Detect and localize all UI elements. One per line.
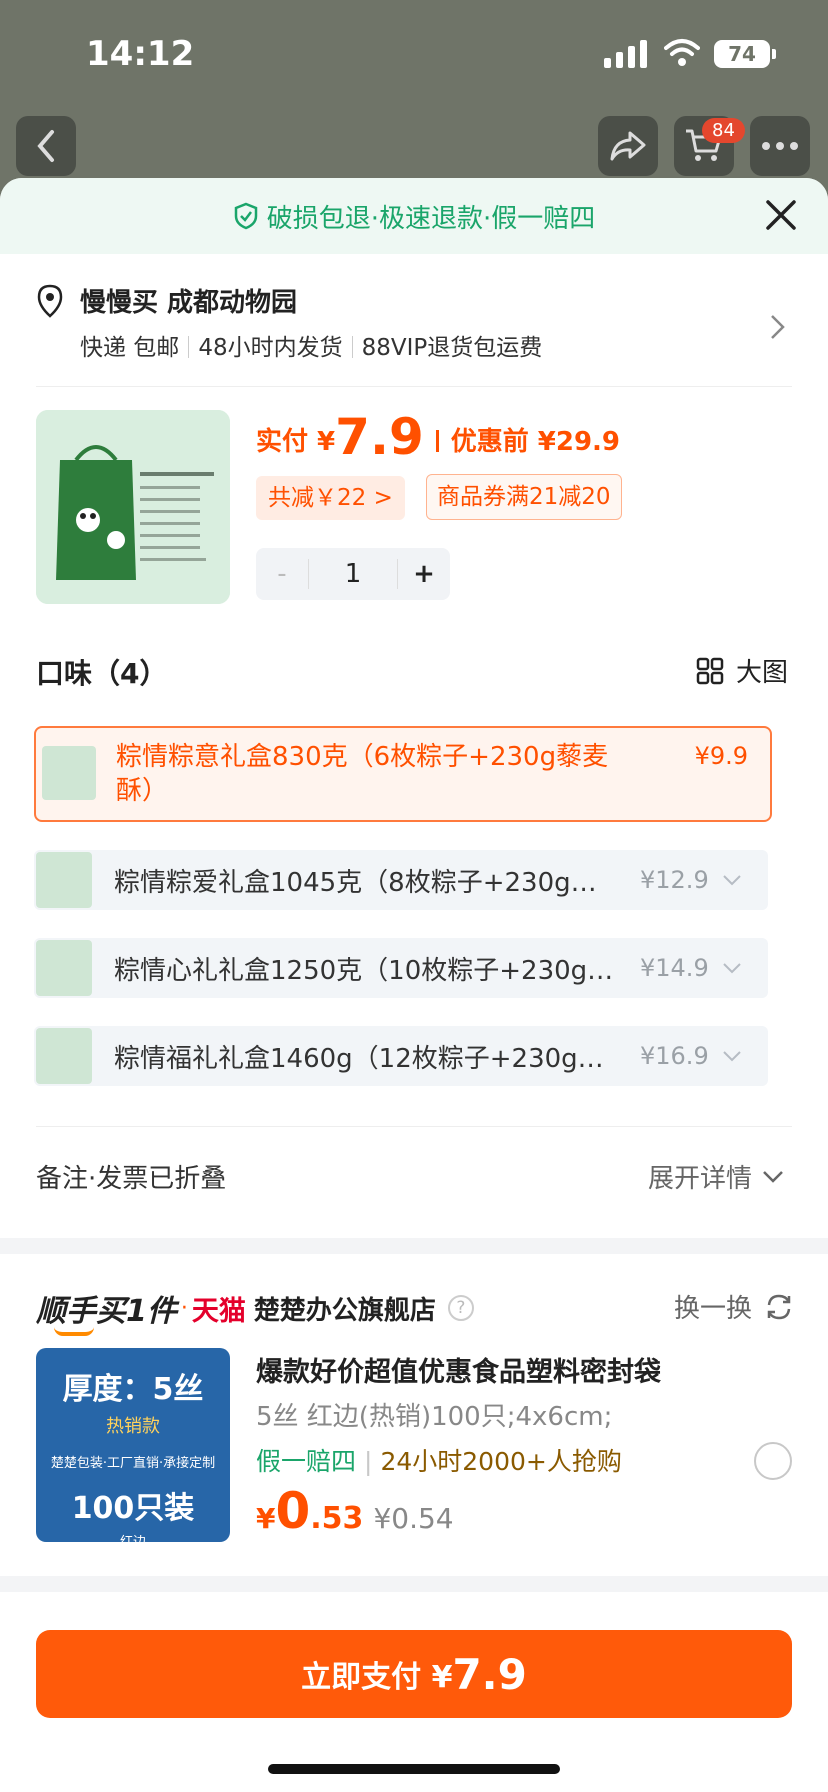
chevron-down-icon: [723, 963, 741, 974]
quantity-value[interactable]: 1: [308, 559, 398, 589]
recommend-product-spec: 5丝 红边(热销)100只;4x6cm;: [256, 1402, 613, 1432]
recommend-tags: 假一赔四 | 24小时2000+人抢购: [256, 1447, 622, 1476]
flavor-section-title: 口味（4）: [36, 657, 168, 690]
note-invoice-label: 备注·发票已折叠: [36, 1164, 227, 1194]
battery-icon: 74: [714, 40, 776, 68]
price-int: 0: [275, 1482, 311, 1540]
address-shipping-info: 快递 包邮 48小时内发货 88VIP退货包运费: [80, 328, 542, 362]
cellular-signal-icon: [604, 40, 647, 68]
flavor-option[interactable]: 粽情福礼礼盒1460g（12枚粽子+230g藜麦酥） ¥16.9: [34, 1026, 768, 1086]
recommend-product-image[interactable]: 厚度：5丝 热销款 楚楚包装·工厂直销·承接定制 100只装 红边: [36, 1348, 230, 1542]
pay-value: 7.9: [335, 408, 424, 466]
img-text-slogan: 楚楚包装·工厂直销·承接定制: [50, 1456, 216, 1471]
option-price: ¥12.9: [640, 866, 709, 894]
shipping-type: 快递 包邮: [80, 335, 180, 361]
wifi-icon: [664, 39, 700, 66]
chevron-down-icon: [723, 875, 741, 886]
home-indicator: [268, 1764, 560, 1774]
guarantee-banner: 破损包退·极速退款·假一赔四: [0, 178, 828, 254]
decrease-button[interactable]: -: [256, 548, 308, 600]
address-name: 慢慢买 成都动物园: [80, 288, 298, 318]
status-time: 14:12: [86, 34, 195, 74]
option-price: ¥16.9: [640, 1042, 709, 1070]
recommend-price: ¥0.53 ¥0.54: [256, 1482, 454, 1540]
increase-button[interactable]: +: [398, 548, 450, 600]
option-price: ¥9.9: [694, 742, 748, 770]
option-label: 粽情心礼礼盒1250克（10枚粽子+230g藜麦酥）: [114, 955, 622, 986]
option-label: 粽情福礼礼盒1460g（12枚粽子+230g藜麦酥）: [114, 1043, 622, 1074]
recommend-brand: 顺手买1件: [36, 1286, 177, 1336]
chevron-right-icon[interactable]: [768, 310, 788, 344]
option-label: 粽情粽意礼盒830克（6枚粽子+230g藜麦酥）: [116, 742, 609, 806]
price-old: ¥0.54: [373, 1502, 454, 1535]
pay-label: 立即支付 ¥: [301, 1660, 453, 1695]
tmall-logo: 天猫: [191, 1295, 246, 1327]
pay-label: 实付 ¥: [256, 427, 336, 457]
refresh-icon: [767, 1294, 791, 1319]
option-thumbnail: [36, 940, 92, 996]
flavor-option-selected[interactable]: 粽情粽意礼盒830克（6枚粽子+230g藜麦酥） ¥9.9: [34, 726, 772, 822]
share-icon: [610, 131, 646, 161]
chevron-down-icon: [763, 1170, 783, 1183]
shop-name[interactable]: 楚楚办公旗舰店: [254, 1290, 436, 1327]
product-image[interactable]: [36, 410, 230, 604]
big-view-label: 大图: [735, 658, 788, 688]
shield-check-icon: [234, 202, 257, 230]
recommend-header: 顺手买1件 · 天猫 楚楚办公旗舰店 ?: [36, 1286, 474, 1336]
more-button[interactable]: [750, 116, 810, 176]
swap-button[interactable]: 换一换: [674, 1288, 794, 1325]
price-dec: .53: [310, 1501, 364, 1536]
more-dots-icon: [762, 142, 798, 150]
dispatch-time: 48小时内发货: [198, 335, 343, 361]
product-image-art: [36, 410, 230, 604]
pay-now-button[interactable]: 立即支付 ¥7.9: [36, 1630, 792, 1718]
chevron-left-icon: [37, 130, 54, 162]
add-recommend-radio[interactable]: [754, 1442, 792, 1480]
close-icon[interactable]: [764, 198, 798, 232]
img-text-edge: 红边: [36, 1531, 230, 1542]
divider: [36, 386, 792, 387]
section-gap: [0, 1238, 828, 1254]
pay-amount: 7.9: [452, 1649, 527, 1699]
option-thumbnail: [42, 746, 96, 800]
price-line: 实付 ¥7.9 优惠前 ¥29.9: [256, 408, 620, 466]
section-gap: [0, 1576, 828, 1592]
total-discount-tag[interactable]: 共减￥22 >: [256, 476, 405, 520]
quantity-stepper: - 1 +: [256, 548, 450, 600]
sales-tag: 24小时2000+人抢购: [380, 1447, 622, 1476]
coupon-tag[interactable]: 商品券满21减20: [426, 474, 622, 520]
recommend-product-name[interactable]: 爆款好价超值优惠食品塑料密封袋: [256, 1350, 661, 1389]
share-button[interactable]: [598, 116, 658, 176]
divider: [36, 1126, 792, 1127]
option-thumbnail: [36, 852, 92, 908]
option-label: 粽情粽爱礼盒1045克（8枚粽子+230g藜麦酥）: [114, 867, 622, 898]
flavor-option[interactable]: 粽情粽爱礼盒1045克（8枚粽子+230g藜麦酥） ¥12.9: [34, 850, 768, 910]
option-thumbnail: [36, 1028, 92, 1084]
big-view-toggle[interactable]: 大图: [696, 652, 788, 689]
vip-return: 88VIP退货包运费: [361, 335, 543, 361]
flavor-option[interactable]: 粽情心礼礼盒1250克（10枚粽子+230g藜麦酥） ¥14.9: [34, 938, 768, 998]
swap-label: 换一换: [673, 1294, 752, 1324]
help-icon[interactable]: ?: [447, 1295, 474, 1321]
location-pin-icon: [37, 284, 63, 318]
option-price: ¥14.9: [640, 954, 709, 982]
img-text-hot: 热销款: [106, 1416, 160, 1437]
price-symbol: ¥: [256, 1502, 276, 1535]
cart-count-badge: 84: [702, 118, 745, 143]
chevron-down-icon: [723, 1051, 741, 1062]
before-price: 优惠前 ¥29.9: [450, 427, 621, 457]
guarantee-tag: 假一赔四: [256, 1447, 357, 1476]
grid-icon: [696, 657, 724, 684]
guarantee-text: 破损包退·极速退款·假一赔四: [266, 203, 596, 234]
expand-label: 展开详情: [647, 1164, 752, 1194]
expand-details-button[interactable]: 展开详情: [648, 1158, 784, 1195]
purchase-sheet: 破损包退·极速退款·假一赔四 慢慢买 成都动物园 快递 包邮 48小时内发货 88V…: [0, 178, 828, 1792]
back-button[interactable]: [16, 116, 76, 176]
img-text-thickness: 厚度：5丝: [62, 1372, 204, 1407]
img-text-count: 100只装: [71, 1491, 195, 1526]
